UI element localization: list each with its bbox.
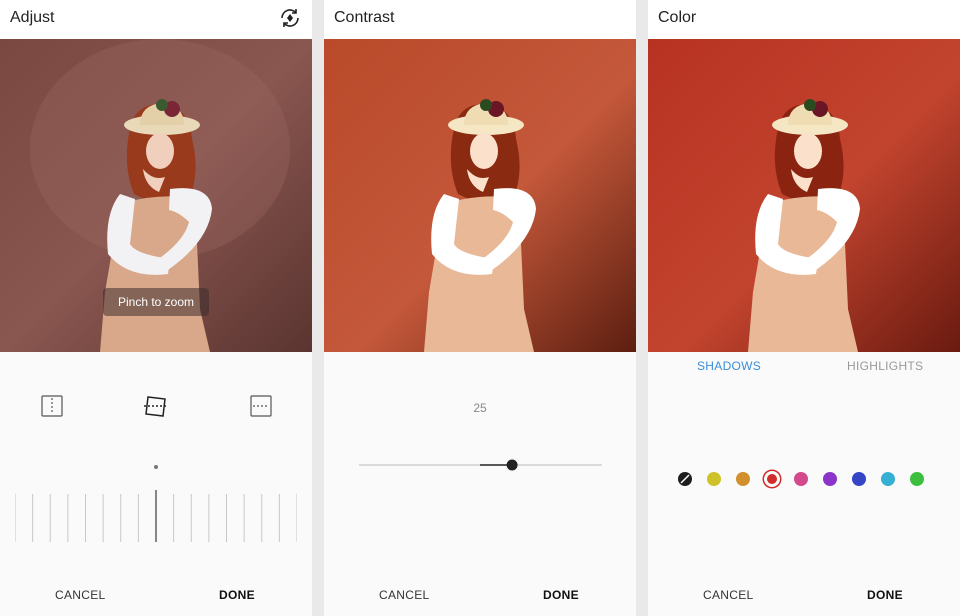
top-bar: Contrast [324, 0, 636, 39]
tab-shadows[interactable]: SHADOWS [697, 359, 761, 373]
photo-edit-screens: Adjust Pinch to zoom CANCEL DONE Contras… [0, 0, 960, 616]
bottom-bar: CANCEL DONE [648, 576, 960, 616]
straighten-icon[interactable] [143, 393, 169, 419]
done-button[interactable]: DONE [867, 588, 903, 602]
pinch-zoom-toast: Pinch to zoom [103, 288, 209, 316]
color-swatch[interactable] [881, 472, 895, 486]
done-button[interactable]: DONE [543, 588, 579, 602]
color-swatches [678, 469, 930, 489]
color-swatch[interactable] [910, 472, 924, 486]
adjust-panel: Adjust Pinch to zoom CANCEL DONE [0, 0, 312, 616]
vertical-perspective-icon[interactable] [39, 393, 65, 419]
top-bar: Color [648, 0, 960, 39]
selected-color-swatch[interactable] [767, 474, 777, 484]
rotate-icon[interactable] [278, 6, 302, 30]
contrast-panel: Contrast 25 CANCEL DONE [324, 0, 636, 616]
color-swatch[interactable] [707, 472, 721, 486]
color-panel: Color SHADOWS HIGHLIGHTS CANCEL DONE [648, 0, 960, 616]
contrast-value: 25 [473, 401, 487, 415]
color-swatch[interactable] [736, 472, 750, 486]
photo-preview[interactable] [324, 39, 636, 352]
portrait-image [648, 39, 960, 352]
rotation-ruler[interactable] [15, 490, 297, 542]
photo-preview[interactable] [648, 39, 960, 352]
no-color-swatch[interactable] [678, 472, 692, 486]
photo-preview[interactable]: Pinch to zoom [0, 39, 312, 352]
panel-title: Adjust [10, 9, 55, 26]
cancel-button[interactable]: CANCEL [379, 588, 429, 602]
tone-tabs: SHADOWS HIGHLIGHTS [648, 359, 960, 375]
color-swatch[interactable] [823, 472, 837, 486]
cancel-button[interactable]: CANCEL [55, 588, 105, 602]
bottom-bar: CANCEL DONE [324, 576, 636, 616]
color-swatch[interactable] [794, 472, 808, 486]
bottom-bar: CANCEL DONE [0, 576, 312, 616]
horizontal-perspective-icon[interactable] [248, 393, 274, 419]
panel-title: Contrast [334, 9, 395, 26]
top-bar: Adjust [0, 0, 312, 39]
slider-thumb[interactable] [506, 459, 518, 471]
contrast-slider[interactable] [359, 455, 602, 475]
done-button[interactable]: DONE [219, 588, 255, 602]
tab-highlights[interactable]: HIGHLIGHTS [847, 359, 923, 373]
panel-title: Color [658, 9, 697, 26]
cancel-button[interactable]: CANCEL [703, 588, 753, 602]
portrait-image [324, 39, 636, 352]
color-swatch[interactable] [852, 472, 866, 486]
ruler-center-indicator [154, 465, 158, 469]
